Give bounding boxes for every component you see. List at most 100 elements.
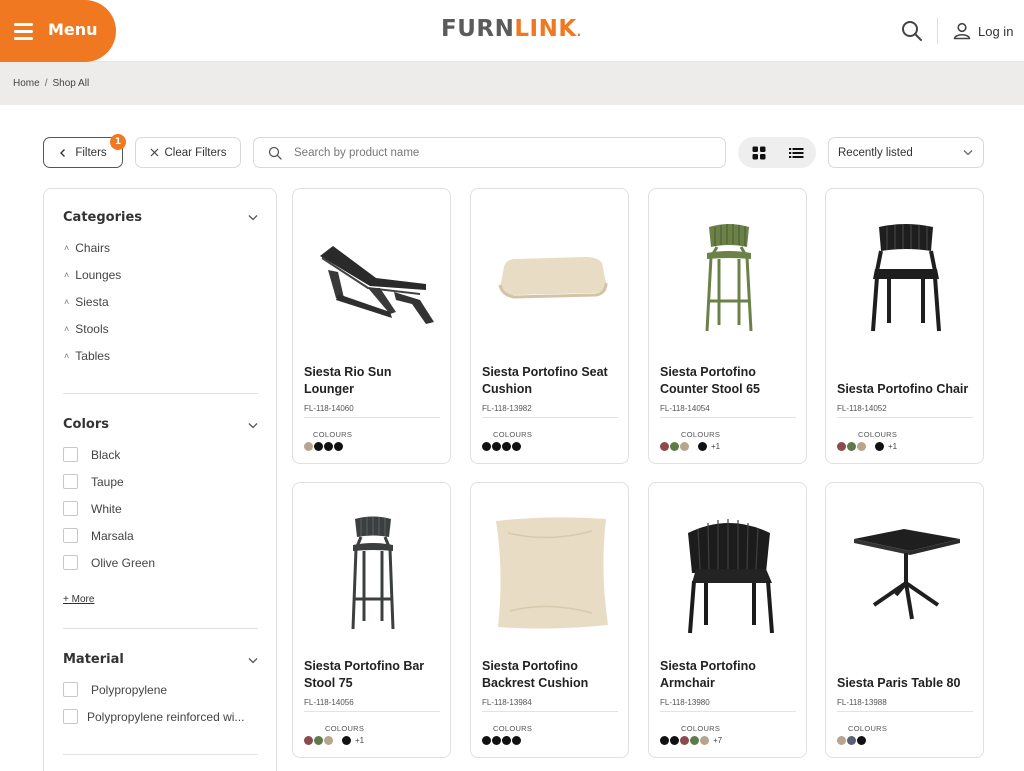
product-name: Siesta Portofino Seat Cushion xyxy=(482,365,608,396)
product-card[interactable]: Siesta Portofino Chair FL-118-14052 COLO… xyxy=(825,188,984,464)
filters-count-badge: 1 xyxy=(110,134,126,150)
colours-label: COLOURS xyxy=(313,430,353,439)
material-polypropylene-reinforced-checkbox[interactable]: Polypropylene reinforced wi... xyxy=(63,709,244,724)
swatch-black[interactable] xyxy=(482,442,491,451)
checkbox[interactable] xyxy=(63,474,78,489)
checkbox[interactable] xyxy=(63,501,78,516)
grid-icon xyxy=(752,146,766,159)
swatch-black[interactable] xyxy=(502,442,511,451)
swatch-marsala[interactable] xyxy=(660,442,669,451)
more-colors-link[interactable]: + More xyxy=(63,594,94,605)
more-swatches[interactable]: +7 xyxy=(713,736,722,745)
more-swatches[interactable]: +1 xyxy=(711,442,720,451)
swatch-black[interactable] xyxy=(342,736,351,745)
swatch-olive-green[interactable] xyxy=(690,736,699,745)
product-card[interactable]: Siesta Portofino Bar Stool 75 FL-118-140… xyxy=(292,482,451,758)
sidebar-divider xyxy=(63,628,258,629)
login-button[interactable]: Log in xyxy=(952,20,1013,42)
swatch-black[interactable] xyxy=(660,736,669,745)
swatch-black[interactable] xyxy=(334,442,343,451)
chair-icon xyxy=(836,209,975,349)
swatch-marsala[interactable] xyxy=(837,442,846,451)
product-card[interactable]: Siesta Portofino Counter Stool 65 FL-118… xyxy=(648,188,807,464)
swatch-taupe[interactable] xyxy=(680,442,689,451)
swatch-taupe[interactable] xyxy=(857,442,866,451)
backrest-cushion-icon xyxy=(481,503,620,643)
color-white-checkbox[interactable]: White xyxy=(63,501,122,516)
menu-button[interactable]: Menu xyxy=(0,0,116,62)
close-icon xyxy=(150,148,158,157)
swatch-black[interactable] xyxy=(698,442,707,451)
breadcrumb-separator: / xyxy=(44,78,48,89)
user-icon xyxy=(953,22,971,40)
swatch-olive-green[interactable] xyxy=(314,736,323,745)
grid-view-button[interactable] xyxy=(741,140,777,165)
swatch-black[interactable] xyxy=(875,442,884,451)
product-sku: FL-118-14054 xyxy=(660,404,710,413)
color-black-checkbox[interactable]: Black xyxy=(63,447,120,462)
color-taupe-checkbox[interactable]: Taupe xyxy=(63,474,124,489)
swatch-black[interactable] xyxy=(492,736,501,745)
swatch-black[interactable] xyxy=(670,736,679,745)
swatch-taupe[interactable] xyxy=(837,736,846,745)
product-card[interactable]: Siesta Rio Sun Lounger FL-118-14060 COLO… xyxy=(292,188,451,464)
swatch-black[interactable] xyxy=(492,442,501,451)
chevron-down-icon[interactable] xyxy=(248,214,258,221)
swatch-olive-green[interactable] xyxy=(670,442,679,451)
swatch-taupe[interactable] xyxy=(700,736,709,745)
product-card[interactable]: Siesta Portofino Backrest Cushion FL-118… xyxy=(470,482,629,758)
colours-label: COLOURS xyxy=(493,430,533,439)
swatch-black[interactable] xyxy=(512,736,521,745)
breadcrumb-band xyxy=(0,62,1024,105)
category-lounges[interactable]: ˄ Lounges xyxy=(64,268,121,282)
swatch-black[interactable] xyxy=(482,736,491,745)
material-title[interactable]: Material xyxy=(63,652,124,667)
seat-cushion-icon xyxy=(481,209,620,349)
swatch-black[interactable] xyxy=(324,442,333,451)
list-view-button[interactable] xyxy=(778,140,814,165)
product-card[interactable]: Siesta Portofino Seat Cushion FL-118-139… xyxy=(470,188,629,464)
search-icon[interactable] xyxy=(901,20,923,42)
chevron-down-icon[interactable] xyxy=(248,422,258,429)
product-card[interactable]: Siesta Portofino Armchair FL-118-13980 C… xyxy=(648,482,807,758)
swatch-taupe[interactable] xyxy=(304,442,313,451)
checkbox[interactable] xyxy=(63,682,78,697)
clear-filters-button[interactable]: Clear Filters xyxy=(135,137,241,168)
checkbox[interactable] xyxy=(63,447,78,462)
search-input[interactable] xyxy=(294,144,714,162)
swatch-taupe[interactable] xyxy=(324,736,333,745)
filters-label: Filters xyxy=(75,146,107,159)
sun-lounger-icon xyxy=(303,209,442,349)
category-stools[interactable]: ˄ Stools xyxy=(64,322,109,336)
chevron-down-icon[interactable] xyxy=(248,657,258,664)
breadcrumb-shop-all[interactable]: Shop All xyxy=(52,78,89,89)
material-polypropylene-checkbox[interactable]: Polypropylene xyxy=(63,682,167,697)
breadcrumb-home[interactable]: Home xyxy=(13,78,40,89)
swatch-olive-green[interactable] xyxy=(847,442,856,451)
color-olive-green-checkbox[interactable]: Olive Green xyxy=(63,555,155,570)
swatch-black[interactable] xyxy=(512,442,521,451)
swatch-black[interactable] xyxy=(857,736,866,745)
checkbox[interactable] xyxy=(63,528,78,543)
card-divider xyxy=(837,417,973,418)
swatch-black[interactable] xyxy=(314,442,323,451)
swatch-marsala[interactable] xyxy=(680,736,689,745)
checkbox[interactable] xyxy=(63,709,78,724)
swatch-black[interactable] xyxy=(502,736,511,745)
categories-title[interactable]: Categories xyxy=(63,210,142,225)
colors-title[interactable]: Colors xyxy=(63,417,109,432)
category-tables[interactable]: ˄ Tables xyxy=(64,349,110,363)
checkbox[interactable] xyxy=(63,555,78,570)
category-siesta[interactable]: ˄ Siesta xyxy=(64,295,109,309)
more-swatches[interactable]: +1 xyxy=(355,736,364,745)
product-sku: FL-118-14052 xyxy=(837,404,887,413)
sort-select[interactable]: Recently listed xyxy=(828,137,984,168)
product-card[interactable]: Siesta Paris Table 80 FL-118-13988 COLOU… xyxy=(825,482,984,758)
swatch-marsala[interactable] xyxy=(304,736,313,745)
card-divider xyxy=(837,711,973,712)
more-swatches[interactable]: +1 xyxy=(888,442,897,451)
swatch-slate[interactable] xyxy=(847,736,856,745)
furnlink-logo[interactable]: FURNLINK. xyxy=(441,16,582,42)
color-marsala-checkbox[interactable]: Marsala xyxy=(63,528,134,543)
category-chairs[interactable]: ˄ Chairs xyxy=(64,241,110,255)
